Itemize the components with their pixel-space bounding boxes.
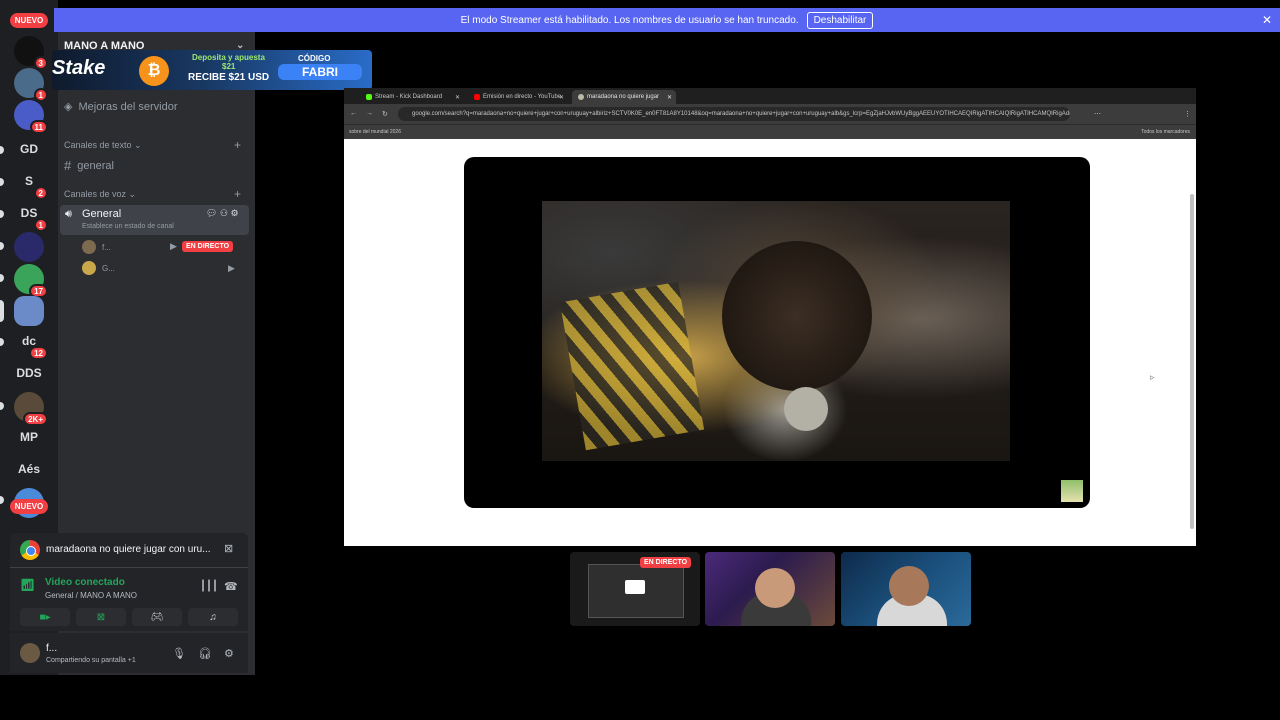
screen-share-button[interactable]: ⊠ (76, 608, 126, 626)
voice-channel-general[interactable]: 🔊︎ General Establece un estado de canal … (60, 205, 249, 235)
server-icon-1[interactable]: 3 (14, 36, 48, 70)
voice-user-1[interactable]: f... (82, 239, 111, 255)
channel-thumbnail[interactable] (1061, 480, 1083, 502)
browser-toolbar: ← → ↻ google.com/search?q=maradaona+no+q… (344, 104, 1196, 124)
activity-button[interactable]: 🎮︎ (132, 608, 182, 626)
voice-connection-panel: 📶︎ Video conectado General / MANO A MANO… (10, 567, 248, 631)
server-aes[interactable]: Aés (14, 454, 44, 484)
soundboard-button[interactable]: ♫ (188, 608, 238, 626)
address-bar[interactable]: google.com/search?q=maradaona+no+quiere+… (398, 107, 1070, 121)
voice-user-2[interactable]: G... (82, 260, 115, 276)
shared-browser-window: Stream - Kick Dashboard ✕ Emisión en dire… (344, 88, 1196, 546)
promo-code: FABRI (278, 64, 362, 80)
avatar[interactable] (20, 643, 40, 663)
browser-tab-bar: Stream - Kick Dashboard ✕ Emisión en dire… (344, 88, 1196, 104)
voice-status: Video conectado (45, 577, 125, 588)
banner-text: El modo Streamer está habilitado. Los no… (460, 14, 799, 26)
stop-share-icon[interactable]: ⊠ (224, 542, 233, 555)
server-icon-2[interactable]: 1 (14, 68, 48, 102)
signal-icon[interactable]: 📶︎ (20, 578, 35, 592)
stake-ad-banner[interactable]: Stake ₿ Deposita y apuesta $21 RECIBE $2… (52, 50, 372, 90)
headphones-icon[interactable]: 🎧︎ (198, 647, 212, 660)
camera-icon: ▶ (228, 263, 235, 273)
server-dc[interactable]: dc 12 (14, 326, 48, 360)
disable-button[interactable]: Deshabilitar (806, 11, 874, 29)
channel-action-icons[interactable]: 💬︎ ⚇ ⚙︎ (206, 208, 239, 219)
scrollbar[interactable] (1190, 194, 1194, 529)
username: f... (46, 643, 58, 654)
voice-category[interactable]: Canales de voz ⌄ + (64, 187, 241, 201)
tile-participant-1[interactable] (705, 552, 835, 626)
discord-window: NUEVO 3 1 11 GD S2 DS 1 17 dc 12 DDS 2K+ M… (0, 0, 1280, 720)
server-dds[interactable]: DDS (14, 358, 44, 388)
tile-screen-share[interactable]: EN DIRECTO (570, 552, 700, 626)
activity-title: maradaona no quiere jugar con uru... (46, 544, 211, 555)
tab-youtube[interactable]: Emisión en directo - YouTube ✕ (468, 90, 568, 104)
server-boost-item[interactable]: ◈ Mejoras del servidor (64, 100, 178, 114)
server-icon-2k[interactable]: 2K+ (14, 392, 48, 426)
server-gd[interactable]: GD (14, 134, 44, 164)
streamer-mode-banner: El modo Streamer está habilitado. Los no… (54, 8, 1280, 32)
tile-participant-2[interactable] (841, 552, 971, 626)
forward-icon[interactable]: → (366, 110, 373, 117)
mouse-cursor-icon: ▹ (1150, 372, 1155, 382)
noise-suppression-icon[interactable]: ┃┃┃ (200, 581, 218, 592)
live-badge: EN DIRECTO (640, 557, 692, 568)
video-player[interactable] (464, 157, 1090, 508)
disconnect-icon[interactable]: ☎︎ (224, 580, 238, 593)
tab-google-search[interactable]: maradaona no quiere jugar ✕ (572, 90, 676, 104)
server-s[interactable]: S2 (14, 166, 48, 200)
boost-icon: ◈ (64, 101, 73, 113)
user-panel: f... Compartiendo su pantalla +1 🎙︎ 🎧︎ ⚙… (10, 633, 248, 673)
bitcoin-icon: ₿ (139, 56, 169, 86)
server-icon-selected[interactable] (14, 296, 44, 326)
chrome-icon (20, 540, 40, 560)
add-voice-channel-icon[interactable]: + (234, 187, 241, 201)
channel-general-text[interactable]: # general (64, 158, 114, 173)
back-icon[interactable]: ← (350, 110, 357, 117)
activity-panel[interactable]: maradaona no quiere jugar con uru... ⊠ (10, 533, 248, 567)
video-frame (542, 201, 1010, 461)
server-icon-green[interactable]: 17 (14, 264, 48, 298)
avatar (82, 261, 96, 275)
voice-location[interactable]: General / MANO A MANO (45, 591, 137, 600)
new-badge-top: NUEVO (10, 13, 48, 28)
camera-icon: ▶ (170, 241, 177, 251)
microphone-icon[interactable]: 🎙︎ (172, 647, 186, 660)
menu-icon[interactable]: ⋮ (1184, 110, 1191, 118)
close-icon[interactable]: ✕ (1262, 13, 1272, 27)
server-mp[interactable]: MP (14, 422, 44, 452)
extensions-icon[interactable]: ⋯ (1094, 110, 1101, 118)
settings-icon[interactable]: ⚙︎ (224, 647, 234, 660)
avatar (82, 240, 96, 254)
channel-status[interactable]: Establece un estado de canal (82, 223, 174, 230)
stake-logo: Stake (52, 57, 106, 79)
add-channel-icon[interactable]: + (234, 138, 241, 152)
reload-icon[interactable]: ↻ (382, 110, 388, 118)
bookmark-item[interactable]: sobre del mundial 2026 (349, 129, 401, 135)
text-category[interactable]: Canales de texto ⌄ + (64, 138, 241, 152)
monitor-icon (625, 580, 645, 594)
user-status: Compartiendo su pantalla +1 (46, 657, 136, 664)
camera-button[interactable]: ■▸ (20, 608, 70, 626)
all-bookmarks[interactable]: Todos los marcadores (1141, 129, 1190, 135)
hash-icon: # (64, 158, 72, 173)
bookmarks-bar: sobre del mundial 2026 Todos los marcado… (344, 124, 1196, 139)
live-badge: EN DIRECTO (182, 241, 234, 252)
tab-kick-dashboard[interactable]: Stream - Kick Dashboard ✕ (360, 90, 464, 104)
server-icon-3[interactable]: 11 (14, 100, 48, 134)
microphone-image (784, 387, 828, 431)
server-icon-blue[interactable] (14, 232, 44, 262)
speaker-icon: 🔊︎ (65, 208, 72, 220)
new-badge-bottom: NUEVO (10, 499, 48, 514)
server-ds[interactable]: DS 1 (14, 198, 48, 232)
